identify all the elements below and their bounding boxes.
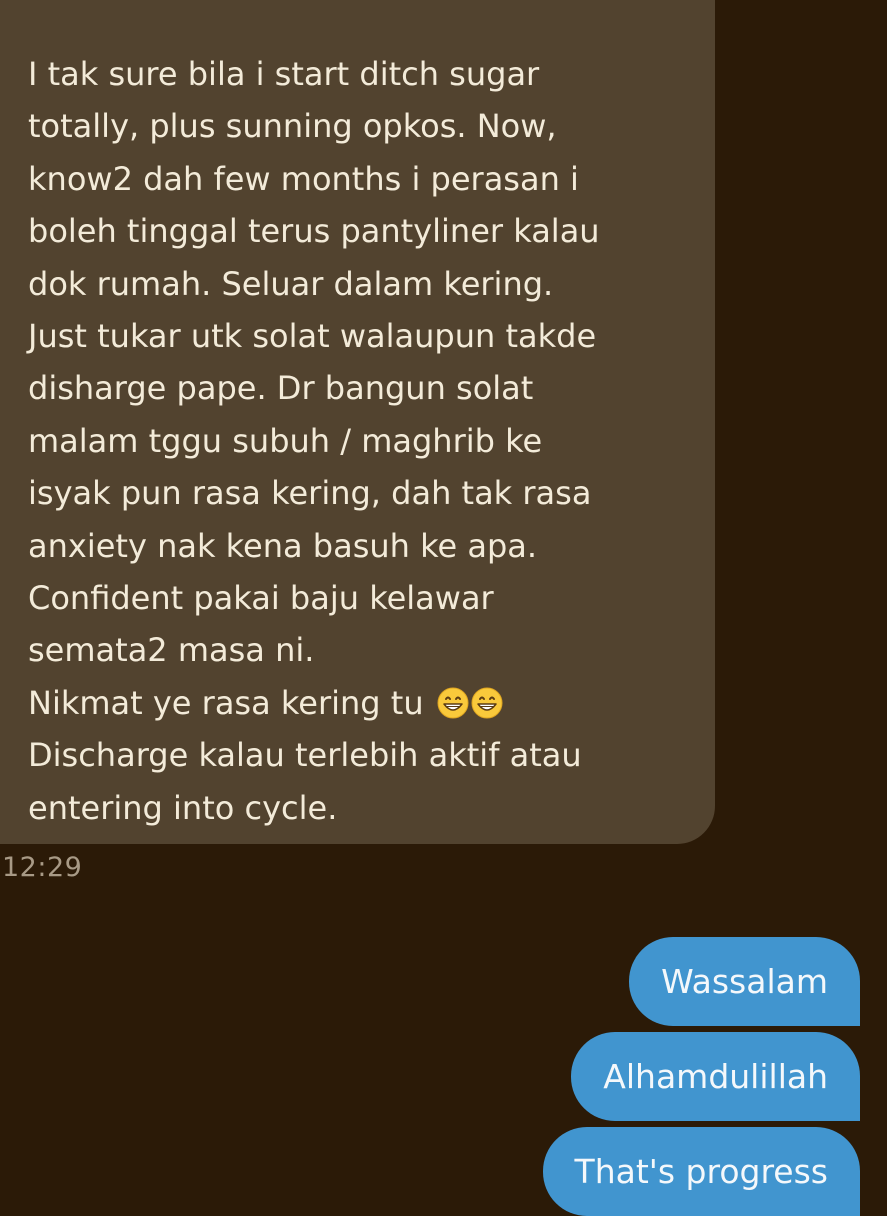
outgoing-message-bubble[interactable]: That's progress — [542, 1127, 860, 1216]
incoming-message-text: I tak sure bila i start ditch sugar tota… — [28, 48, 708, 834]
chat-thread: I tak sure bila i start ditch sugar tota… — [0, 0, 887, 1216]
grinning-face-emoji-icon — [471, 687, 503, 719]
message-timestamp: 12:29 — [2, 852, 83, 883]
outgoing-message-bubble[interactable]: Wassalam — [629, 937, 860, 1026]
message-text-after-emoji: Discharge kalau terlebih aktif atau ente… — [28, 736, 582, 827]
message-text-main: I tak sure bila i start ditch sugar tota… — [28, 55, 600, 722]
grinning-face-emoji-icon — [437, 687, 469, 719]
outgoing-message-bubble[interactable]: Alhamdulillah — [571, 1032, 860, 1121]
incoming-message-bubble[interactable]: I tak sure bila i start ditch sugar tota… — [0, 0, 715, 844]
